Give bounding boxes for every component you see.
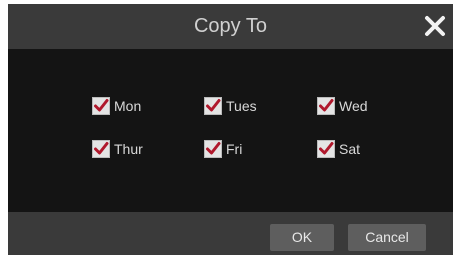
wed-checkbox[interactable] bbox=[317, 97, 335, 115]
day-option-fri[interactable]: Fri bbox=[204, 138, 242, 160]
mon-label: Mon bbox=[114, 98, 142, 114]
day-option-sat[interactable]: Sat bbox=[317, 138, 360, 160]
day-option-tues[interactable]: Tues bbox=[204, 95, 257, 117]
dialog-content: Mon Tues Wed Thur Fri Sat bbox=[8, 49, 453, 212]
day-option-thur[interactable]: Thur bbox=[92, 138, 143, 160]
tues-label: Tues bbox=[226, 98, 257, 114]
thur-label: Thur bbox=[114, 141, 143, 157]
sat-checkbox[interactable] bbox=[317, 140, 335, 158]
copy-to-dialog: Copy To Mon Tues Wed Thur Fri Sat OK Can… bbox=[8, 4, 453, 255]
sat-label: Sat bbox=[339, 141, 361, 157]
ok-button[interactable]: OK bbox=[270, 224, 334, 251]
cancel-button[interactable]: Cancel bbox=[348, 224, 426, 251]
dialog-titlebar: Copy To bbox=[8, 4, 453, 49]
mon-checkbox[interactable] bbox=[92, 97, 110, 115]
dialog-footer: OK Cancel bbox=[8, 212, 453, 255]
thur-checkbox[interactable] bbox=[92, 140, 110, 158]
fri-label: Fri bbox=[226, 141, 243, 157]
wed-label: Wed bbox=[339, 98, 368, 114]
day-option-mon[interactable]: Mon bbox=[92, 95, 141, 117]
dialog-title: Copy To bbox=[193, 15, 267, 37]
day-option-wed[interactable]: Wed bbox=[317, 95, 368, 117]
fri-checkbox[interactable] bbox=[204, 140, 222, 158]
tues-checkbox[interactable] bbox=[204, 97, 222, 115]
close-icon[interactable] bbox=[423, 14, 447, 38]
